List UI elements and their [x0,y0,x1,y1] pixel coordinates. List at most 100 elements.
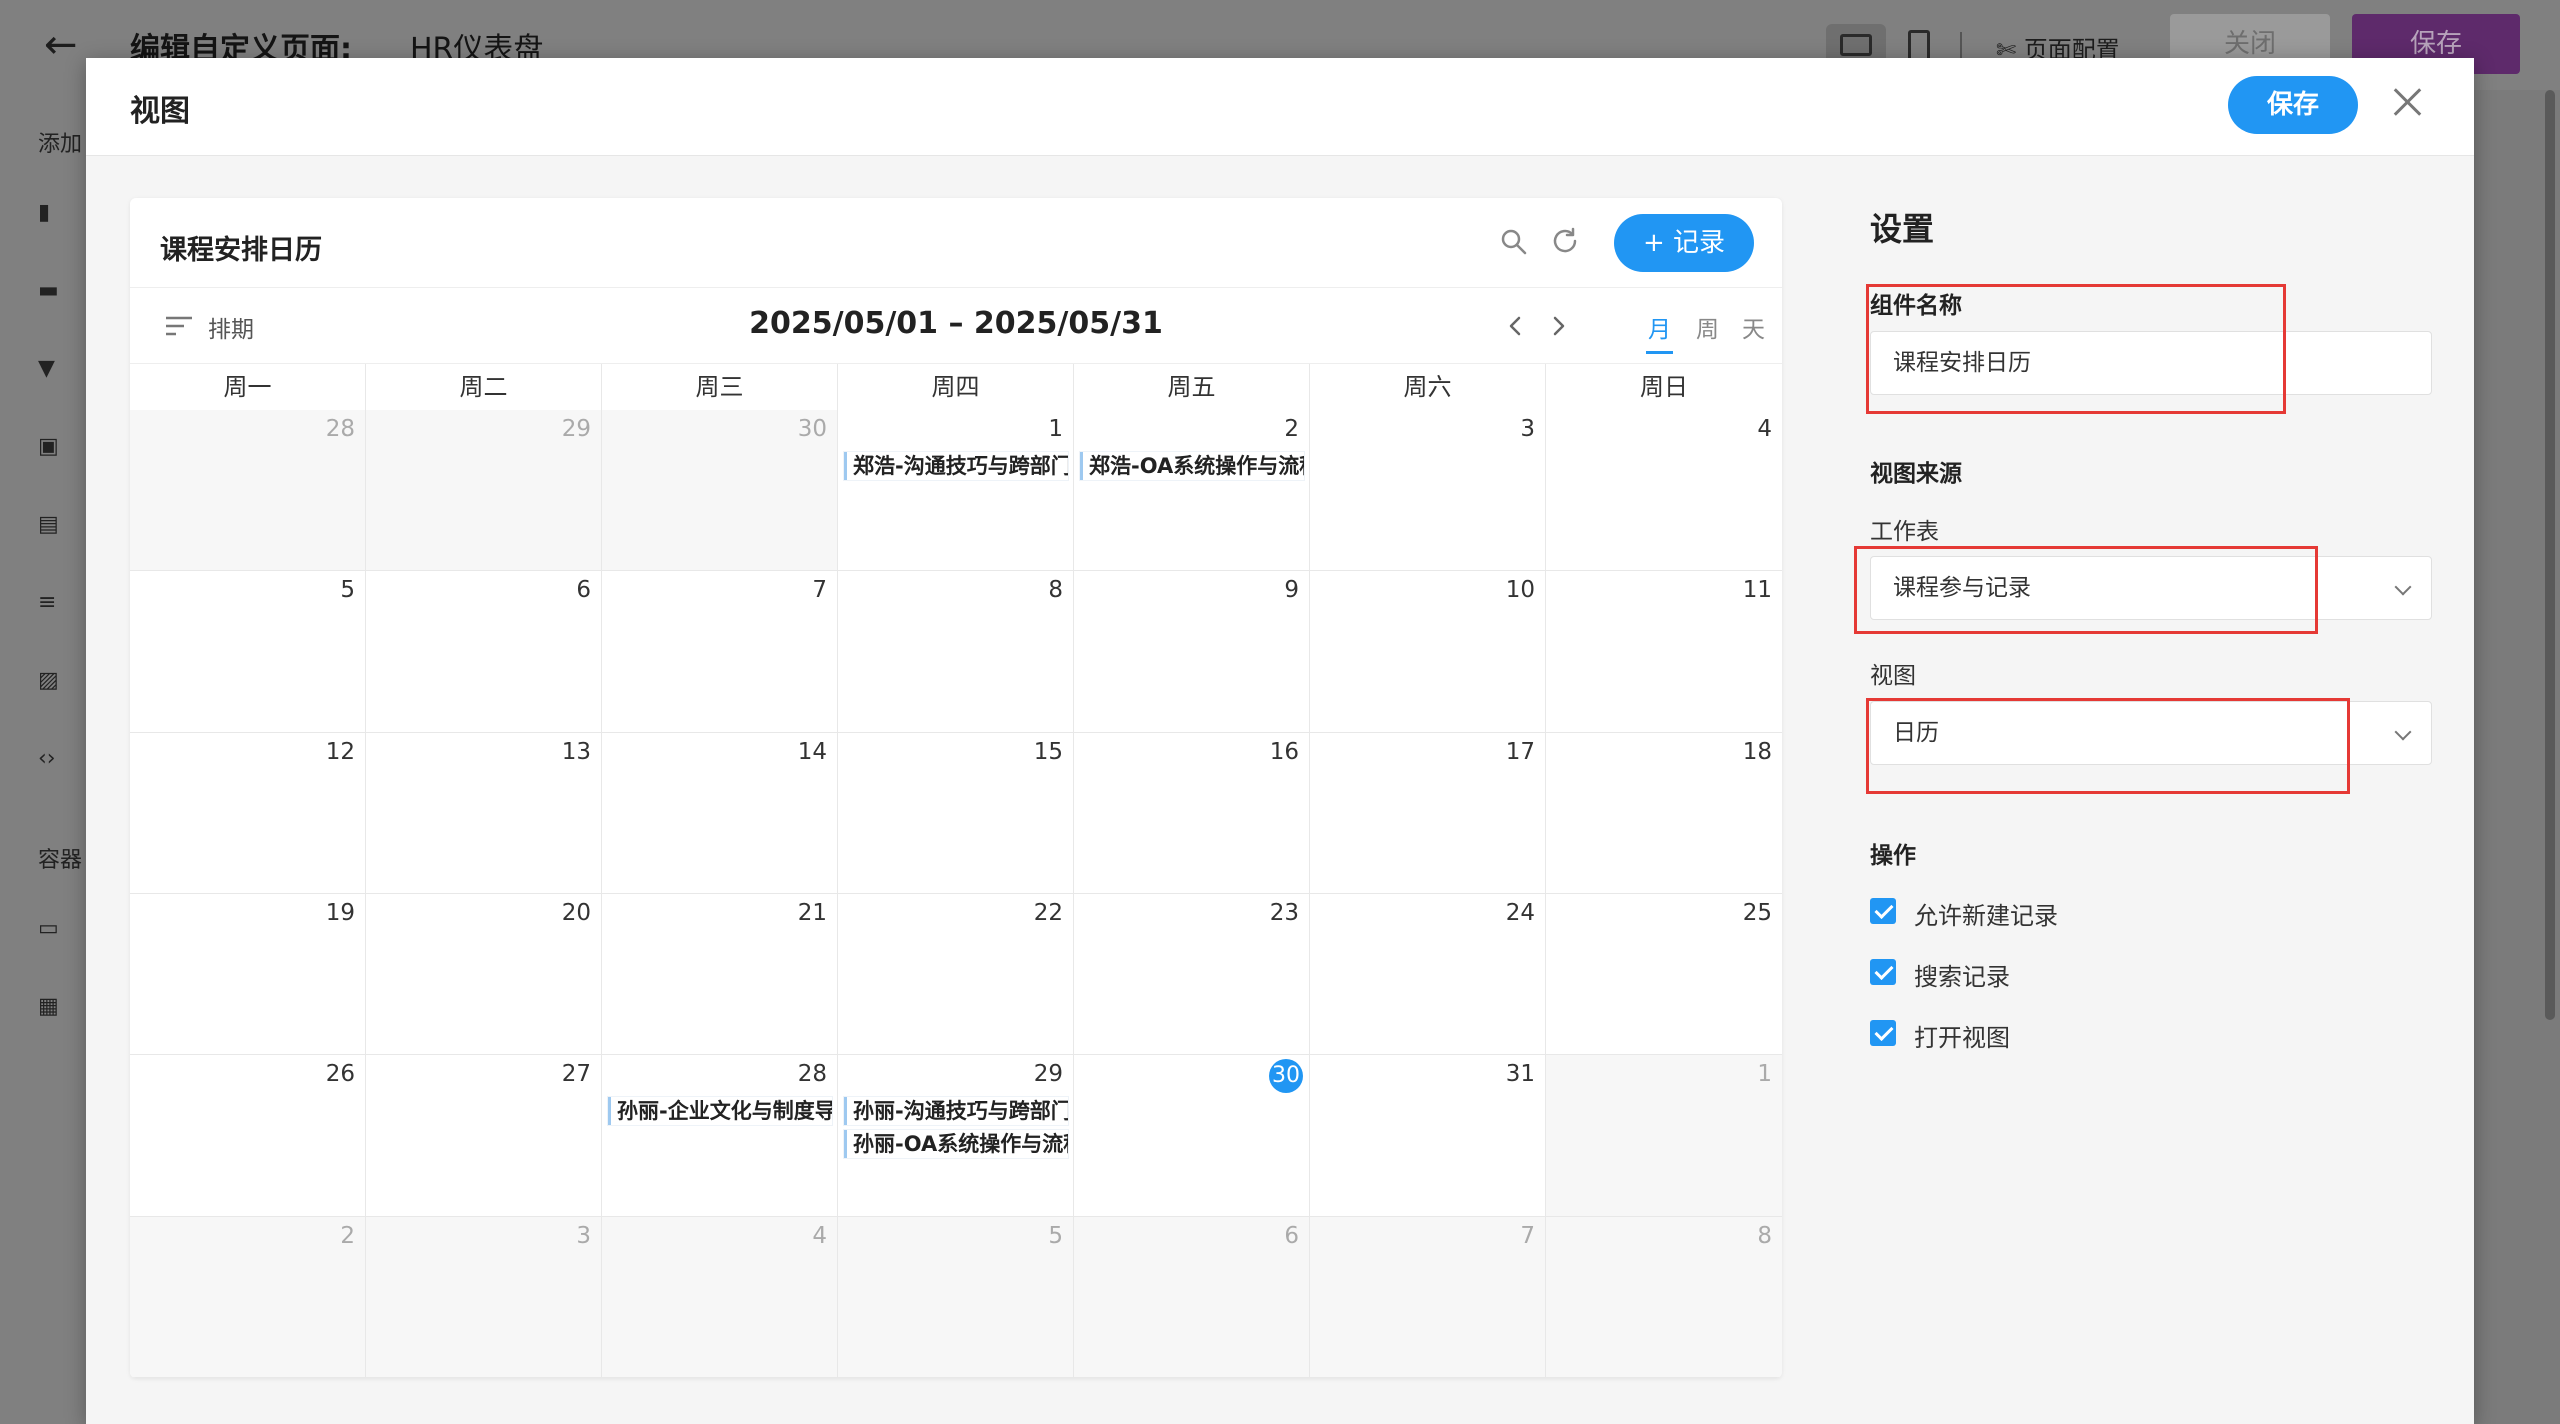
calendar-day-cell[interactable]: 6 [1074,1216,1310,1378]
calendar-event[interactable]: 孙丽-OA系统操作与流程 [844,1130,1068,1159]
tab-month[interactable]: 月 [1646,310,1673,354]
calendar-day-cell[interactable]: 15 [838,732,1074,894]
button-icon[interactable]: ▬ [38,278,64,304]
day-number: 14 [797,738,827,765]
day-number: 15 [1033,738,1063,765]
weekday-label: 周一 [130,364,366,410]
day-number: 25 [1742,900,1772,926]
day-number: 5 [1048,1222,1063,1249]
calendar-day-cell[interactable]: 24 [1310,894,1546,1056]
dialog-save-button[interactable]: 保存 [2228,76,2358,134]
calendar-day-cell[interactable]: 7 [1310,1216,1546,1378]
calendar-day-cell[interactable]: 27 [366,1055,602,1217]
day-number: 11 [1742,577,1772,604]
calendar-day-cell[interactable]: 7 [602,571,838,733]
calendar-day-cell[interactable]: 3 [366,1216,602,1378]
day-number: 3 [576,1222,591,1249]
close-icon[interactable] [2386,80,2430,124]
weekday-label: 周五 [1074,364,1310,410]
day-number: 4 [1757,416,1772,442]
worksheet-select-value: 课程参与记录 [1893,575,2031,601]
chevron-down-icon [2394,578,2412,596]
checkbox-label: 打开视图 [1914,1024,2010,1052]
calendar-day-cell[interactable]: 20 [366,894,602,1056]
day-number: 21 [797,900,827,926]
checkbox-checked-icon[interactable] [1870,898,1896,924]
calendar-day-cell[interactable]: 23 [1074,894,1310,1056]
calendar-day-cell[interactable]: 5 [130,571,366,733]
calendar-day-cell[interactable]: 3 [1310,410,1546,572]
chevron-left-icon[interactable] [1504,314,1528,338]
chart-icon[interactable]: ▮ [38,200,64,226]
weekday-label: 周四 [838,364,1074,410]
calendar-day-cell[interactable]: 19 [130,894,366,1056]
search-icon[interactable] [1500,228,1528,256]
view-icon[interactable]: ▤ [38,512,64,538]
calendar-day-cell[interactable]: 26 [130,1055,366,1217]
calendar-day-cell[interactable]: 2 郑浩-OA系统操作与流程 [1074,410,1310,572]
calendar-day-cell[interactable]: 14 [602,732,838,894]
calendar-day-cell[interactable]: 21 [602,894,838,1056]
view-select[interactable]: 日历 [1870,701,2432,765]
calendar-event[interactable]: 郑浩-OA系统操作与流程 [1080,452,1304,480]
calendar-day-cell[interactable]: 29 [366,410,602,572]
calendar-day-cell[interactable]: 12 [130,732,366,894]
calendar-day-cell[interactable]: 28 孙丽-企业文化与制度导 [602,1055,838,1217]
tab-week[interactable]: 周 [1696,310,1719,344]
back-arrow-icon[interactable]: ← [44,22,78,68]
image-icon[interactable]: ▨ [38,668,64,694]
calendar-day-cell[interactable]: 4 [1546,410,1782,572]
calendar-day-cell[interactable]: 5 [838,1216,1074,1378]
calendar-day-cell[interactable]: 1 [1546,1055,1782,1217]
calendar-event[interactable]: 郑浩-沟通技巧与跨部门 [844,452,1068,480]
calendar-day-cell[interactable]: 8 [1546,1216,1782,1378]
calendar-day-cell[interactable]: 28 [130,410,366,572]
day-number: 23 [1269,900,1299,926]
calendar-day-cell[interactable]: 8 [838,571,1074,733]
calendar-day-cell[interactable]: 25 [1546,894,1782,1056]
carousel-icon[interactable]: ▣ [38,434,64,460]
day-number: 7 [812,577,827,604]
calendar-day-cell[interactable]: 11 [1546,571,1782,733]
day-number: 30 [797,416,827,442]
calendar-day-cell[interactable]: 13 [366,732,602,894]
day-number: 27 [561,1061,591,1088]
calendar-event[interactable]: 孙丽-沟通技巧与跨部门 [844,1097,1068,1126]
worksheet-select[interactable]: 课程参与记录 [1870,556,2432,620]
day-number: 19 [325,900,355,926]
calendar-day-cell[interactable]: 1 郑浩-沟通技巧与跨部门 [838,410,1074,572]
tabs-container-icon[interactable]: ▭ [38,916,64,942]
tab-day[interactable]: 天 [1742,310,1765,344]
calendar-day-cell[interactable]: 9 [1074,571,1310,733]
component-name-input[interactable]: 课程安排日历 [1870,331,2432,395]
calendar-day-cell[interactable]: 31 [1310,1055,1546,1217]
page-scrollbar[interactable] [2545,90,2555,1020]
calendar-day-cell[interactable]: 22 [838,894,1074,1056]
add-record-button[interactable]: + 记录 [1614,214,1754,272]
checkbox-checked-icon[interactable] [1870,959,1896,985]
chevron-right-icon[interactable] [1546,314,1570,338]
calendar-day-cell[interactable]: 17 [1310,732,1546,894]
sidebar-add-label: 添加 [38,132,83,157]
day-number: 17 [1505,738,1535,765]
calendar-event[interactable]: 孙丽-企业文化与制度导 [608,1097,832,1126]
rich-text-icon[interactable]: ≡ [38,590,64,616]
calendar-day-cell[interactable]: 16 [1074,732,1310,894]
refresh-icon[interactable] [1550,226,1580,256]
calendar-day-cell[interactable]: 18 [1546,733,1782,894]
checkbox-checked-icon[interactable] [1870,1020,1896,1046]
weekday-label: 周二 [366,364,602,410]
filter-icon[interactable]: ▼ [38,356,64,382]
calendar-day-cell[interactable]: 10 [1310,571,1546,733]
card-container-icon[interactable]: ▦ [38,994,64,1020]
calendar-day-cell[interactable]: 29 孙丽-沟通技巧与跨部门 孙丽-OA系统操作与流程 [838,1055,1074,1217]
calendar-day-cell[interactable]: 4 [602,1216,838,1378]
weekday-label: 周三 [602,364,838,410]
calendar-day-cell[interactable]: 6 [366,571,602,733]
calendar-day-cell[interactable]: 2 [130,1216,366,1378]
calendar-toolbar: 排期 2025/05/01 – 2025/05/31 月 周 天 [130,288,1782,364]
calendar-day-cell[interactable]: 30 [1074,1055,1310,1217]
sidebar-container-label: 容器 [38,848,83,873]
embed-code-icon[interactable]: ‹› [38,746,64,772]
calendar-day-cell[interactable]: 30 [602,410,838,572]
